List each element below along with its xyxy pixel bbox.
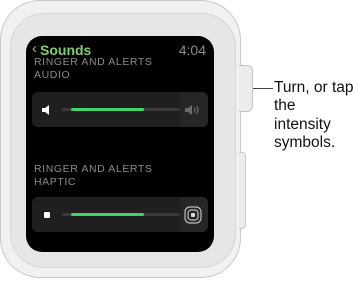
speaker-high-icon[interactable] [178,92,208,127]
audio-title-line1: RINGER AND ALERTS [34,56,153,68]
audio-level-fill [70,108,145,111]
haptic-track [62,213,180,216]
speaker-low-icon[interactable] [32,92,62,127]
callout-line [253,88,273,89]
audio-title-line2: AUDIO [34,69,71,81]
digital-crown[interactable] [239,65,253,112]
audio-track [62,108,180,111]
haptic-high-icon[interactable] [178,197,208,232]
side-button[interactable] [239,152,246,229]
watch-screen: ‹ Sounds 4:04 RINGER AND ALERTS AUDIO RI… [26,36,214,252]
callout-text: Turn, or tap the intensity symbols. [274,79,354,152]
haptic-title-line1: RINGER AND ALERTS [34,163,153,175]
audio-slider[interactable] [32,92,208,127]
haptic-low-icon[interactable] [32,197,62,232]
haptic-level-fill [70,213,145,216]
audio-section-title: RINGER AND ALERTS AUDIO [34,56,209,82]
haptic-slider[interactable] [32,197,208,232]
haptic-section-title: RINGER AND ALERTS HAPTIC [34,163,209,189]
haptic-title-line2: HAPTIC [34,176,77,188]
